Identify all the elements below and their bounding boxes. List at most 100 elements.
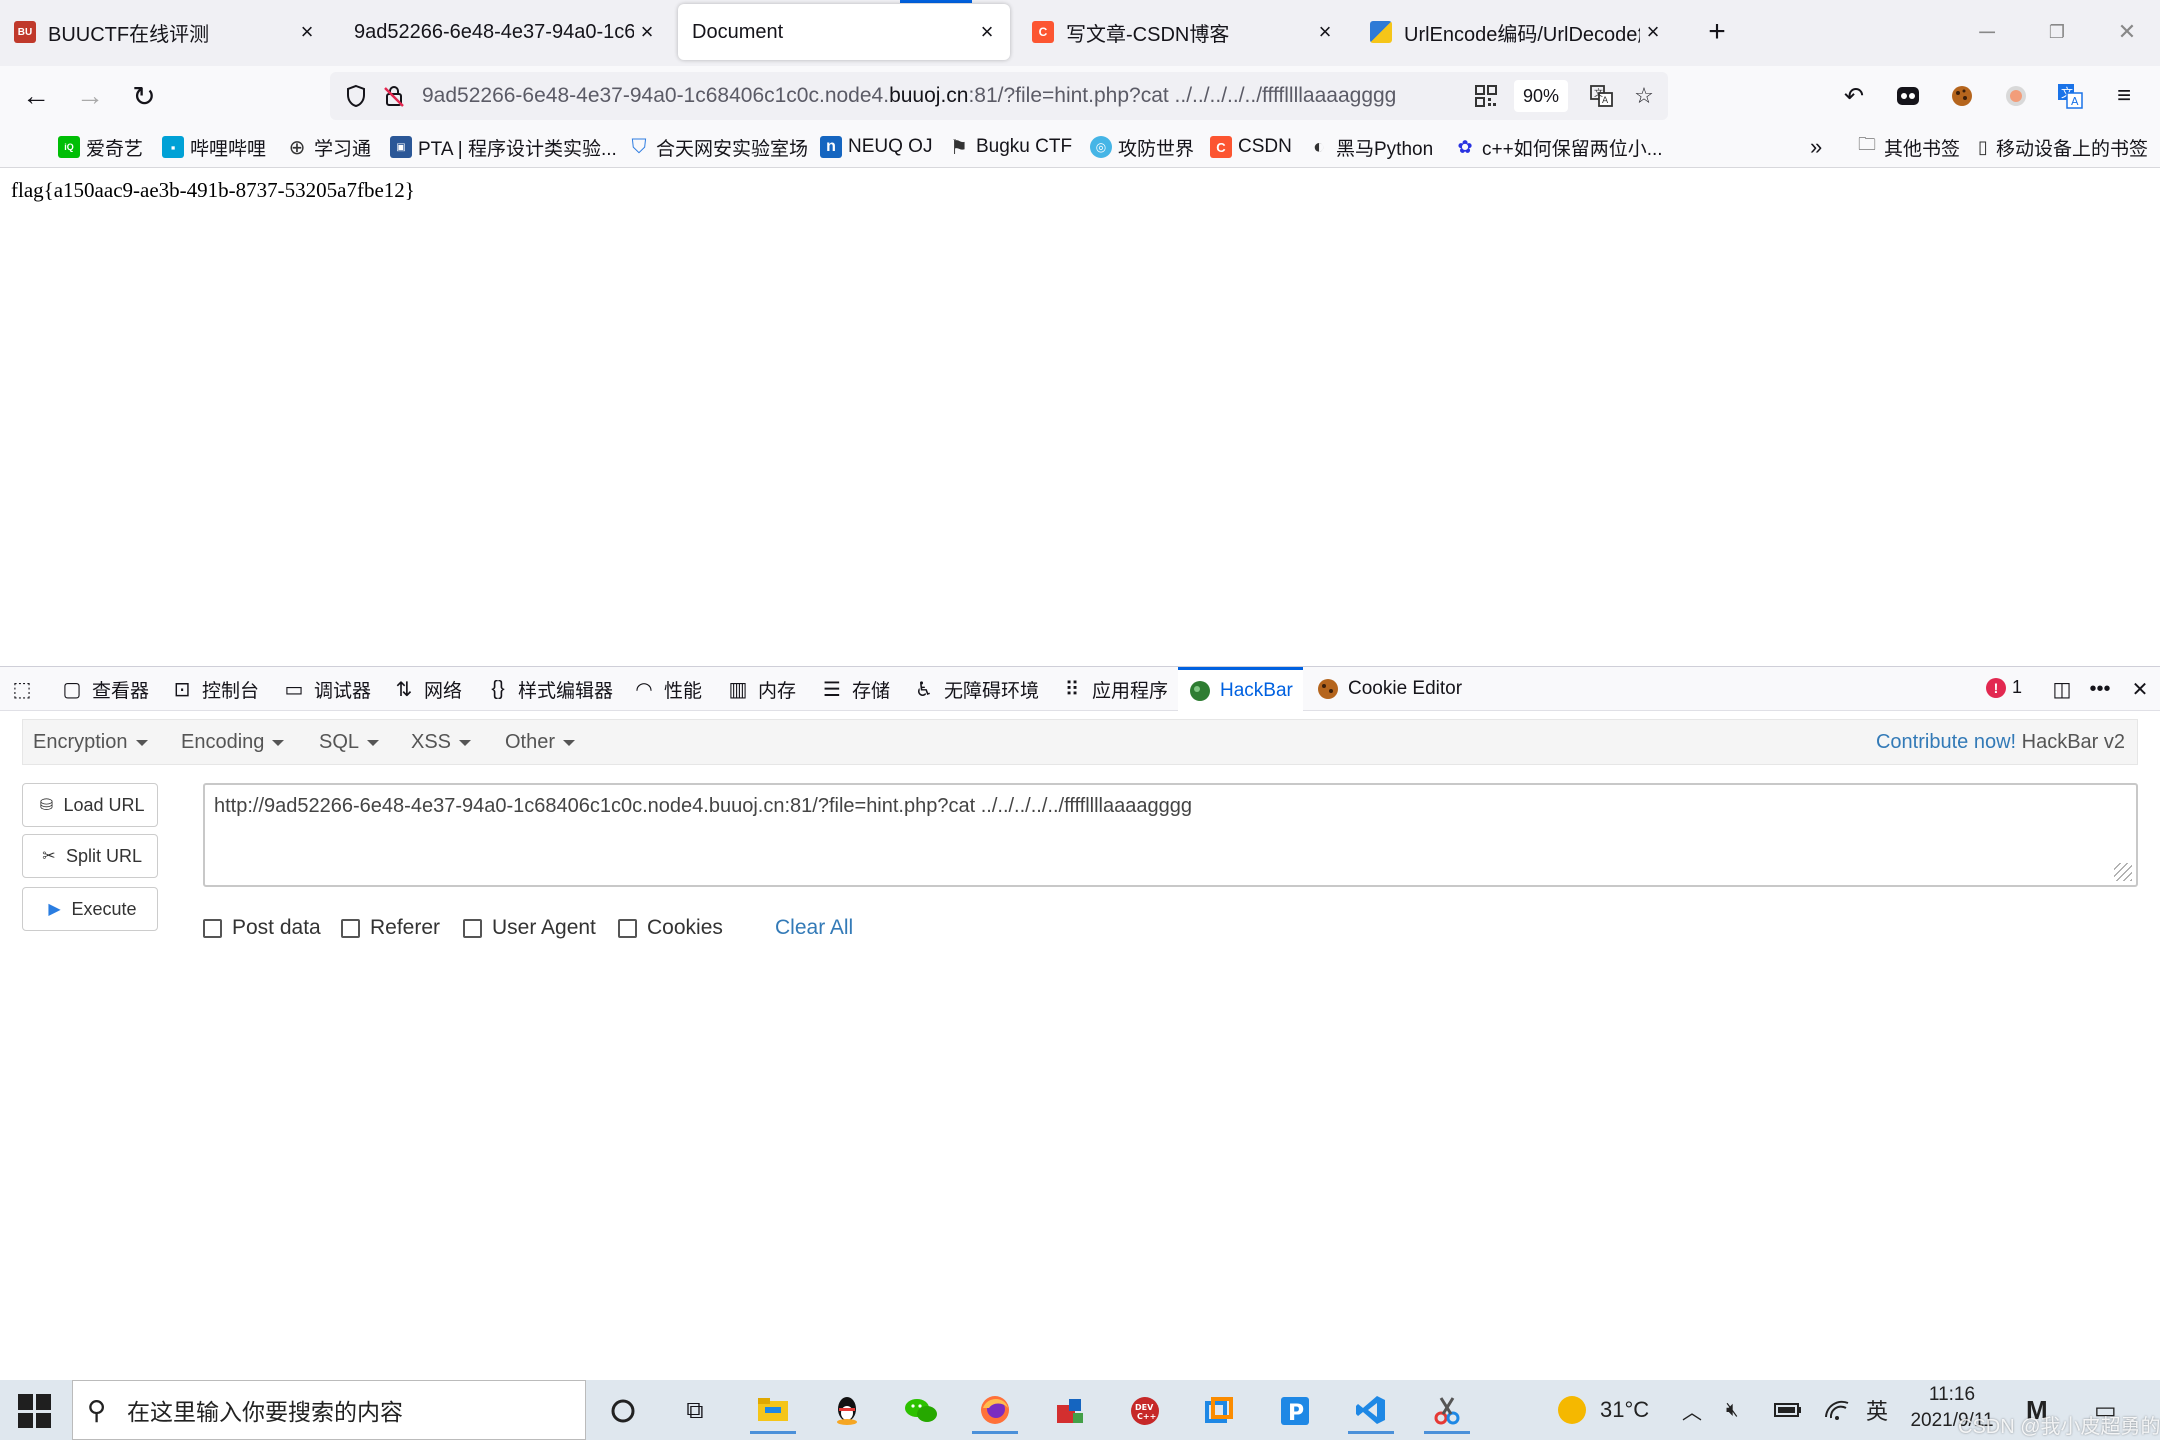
bookmark-item[interactable]: ⛉ 合天网安实验室场 [628,132,809,162]
vscode-icon[interactable] [1348,1388,1394,1434]
ime-indicator[interactable]: 英 [1866,1392,1888,1428]
bookmark-item[interactable]: ▪ 哔哩哔哩 [162,132,266,162]
vmware-icon[interactable] [1196,1388,1242,1434]
bookmarks-overflow-chevron-icon[interactable]: » [1810,132,1822,162]
close-icon[interactable]: × [1640,19,1666,45]
record-extension-icon[interactable] [1998,78,2034,114]
bookmark-item[interactable]: ✿ c++如何保留两位小... [1454,132,1662,162]
close-icon[interactable]: × [974,19,1000,45]
bookmark-item[interactable]: ⊕ 学习通 [286,132,371,162]
tab-urlencode[interactable]: UrlEncode编码/UrlDecode解码 × [1356,4,1676,60]
dev-cpp-icon[interactable]: DEV C++ [1122,1388,1168,1434]
user-agent-checkbox[interactable]: User Agent [463,913,596,943]
contribute-link[interactable]: Contribute now! [1876,731,2016,753]
weather-widget[interactable]: 31°C [1558,1392,1649,1428]
file-explorer-icon[interactable] [750,1388,796,1434]
cookie-extension-icon[interactable] [1944,78,1980,114]
menu-encoding[interactable]: Encoding [181,720,285,764]
zoom-level[interactable]: 90% [1514,80,1568,112]
bookmark-item[interactable]: ◎ 攻防世界 [1090,132,1194,162]
dock-toggle-button[interactable]: ◫ [2050,667,2082,711]
tracking-shield-icon[interactable] [340,80,372,112]
split-url-button[interactable]: ✂ Split URL [22,834,158,878]
error-count-badge[interactable]: ! 1 [1986,677,2022,698]
bookmark-folder[interactable]: 🗀 其他书签 [1856,132,1960,162]
menu-other[interactable]: Other [505,720,576,764]
bookmark-item[interactable]: iQ 爱奇艺 [58,132,143,162]
close-icon[interactable]: × [1312,19,1338,45]
tab-console[interactable]: ⊡ 控制台 [170,667,259,711]
new-tab-button[interactable]: + [1692,10,1742,54]
wechat-icon[interactable] [898,1388,944,1434]
tab-buuctf[interactable]: BU BUUCTF在线评测 × [0,4,330,60]
bookmark-item[interactable]: ▣ PTA | 程序设计类实验... [390,132,617,162]
menu-sql[interactable]: SQL [319,720,380,764]
post-data-checkbox[interactable]: Post data [203,913,321,943]
tab-challenge[interactable]: 9ad52266-6e48-4e37-94a0-1c68 × [340,4,670,60]
referer-checkbox[interactable]: Referer [341,913,440,943]
tab-style-editor[interactable]: {} 样式编辑器 [486,667,613,711]
bookmark-item[interactable]: C CSDN [1210,132,1292,162]
checkbox[interactable] [618,918,637,938]
undo-arrow-icon[interactable]: ↶ [1836,78,1872,114]
bookmark-item[interactable]: ◐ 黑马Python [1308,132,1433,162]
hamburger-menu-icon[interactable]: ≡ [2106,78,2142,114]
battery-icon[interactable] [1774,1392,1802,1428]
tab-hackbar[interactable]: HackBar [1178,667,1303,711]
app-red-cube-icon[interactable] [1046,1388,1092,1434]
tab-debugger[interactable]: ▭ 调试器 [282,667,371,711]
qr-code-icon[interactable] [1470,80,1502,112]
pycharm-p-icon[interactable]: P [1272,1388,1318,1434]
checkbox[interactable] [203,918,222,938]
tab-application[interactable]: ⠿ 应用程序 [1060,667,1168,711]
extension-mask-icon[interactable] [1890,78,1926,114]
tab-accessibility[interactable]: ♿ 无障碍环境 [912,667,1039,711]
checkbox[interactable] [341,918,360,938]
bookmark-item[interactable]: ⚑ Bugku CTF [948,132,1072,162]
menu-xss[interactable]: XSS [411,720,472,764]
window-close-button[interactable]: ✕ [2102,10,2152,54]
menu-encryption[interactable]: Encryption [33,720,148,764]
bookmark-item[interactable]: n NEUQ OJ [820,132,932,162]
firefox-icon[interactable] [972,1388,1018,1434]
tab-storage[interactable]: ☰ 存储 [820,667,890,711]
cortana-circle-icon[interactable] [600,1388,646,1434]
volume-muted-icon[interactable]: 🔇︎ [1726,1392,1739,1428]
qq-penguin-icon[interactable] [824,1388,870,1434]
bookmark-folder[interactable]: ▯ 移动设备上的书签 [1976,132,2148,162]
bookmark-star-icon[interactable]: ☆ [1628,80,1660,112]
execute-button[interactable]: ▶ Execute [22,887,158,931]
devtools-close-button[interactable]: ✕ [2128,667,2160,711]
tab-inspector[interactable]: ▢ 查看器 [60,667,149,711]
tab-cookie-editor[interactable]: Cookie Editor [1316,667,1462,711]
minimize-button[interactable]: ─ [1962,10,2012,54]
wifi-icon[interactable] [1824,1392,1850,1428]
snipping-tool-icon[interactable] [1424,1388,1470,1434]
tab-csdn[interactable]: C 写文章-CSDN博客 × [1018,4,1348,60]
task-view-icon[interactable]: ⧉ [672,1388,718,1434]
url-text[interactable]: 9ad52266-6e48-4e37-94a0-1c68406c1c0c.nod… [422,72,1396,120]
close-icon[interactable]: × [294,19,320,45]
url-bar[interactable]: 9ad52266-6e48-4e37-94a0-1c68406c1c0c.nod… [330,72,1668,120]
taskbar-search-box[interactable]: ⚲ 在这里输入你要搜索的内容 [72,1380,586,1440]
insecure-lock-icon[interactable] [378,80,410,112]
hackbar-url-textarea[interactable]: http://9ad52266-6e48-4e37-94a0-1c68406c1… [203,783,2138,887]
resize-handle[interactable] [2114,863,2132,881]
tray-expand-chevron-icon[interactable]: ︿ [1682,1392,1702,1428]
translate-icon[interactable]: 文A [1586,80,1618,112]
checkbox[interactable] [463,918,482,938]
devtools-more-button[interactable]: ••• [2088,667,2120,711]
tab-document[interactable]: Document × [678,4,1010,60]
tab-network[interactable]: ⇅ 网络 [392,667,462,711]
load-url-button[interactable]: ⛁ Load URL [22,783,158,827]
close-icon[interactable]: × [634,19,660,45]
reload-button[interactable]: ↻ [122,74,166,118]
translate-extension-icon[interactable]: 文A [2052,78,2088,114]
cookies-checkbox[interactable]: Cookies [618,913,723,943]
windows-start-icon[interactable] [18,1394,52,1428]
tab-performance[interactable]: ◠ 性能 [632,667,702,711]
element-picker-button[interactable]: ⬚ [10,667,42,711]
back-button[interactable]: ← [14,74,58,118]
clear-all-link[interactable]: Clear All [775,913,853,943]
tab-memory[interactable]: ▥ 内存 [726,667,796,711]
